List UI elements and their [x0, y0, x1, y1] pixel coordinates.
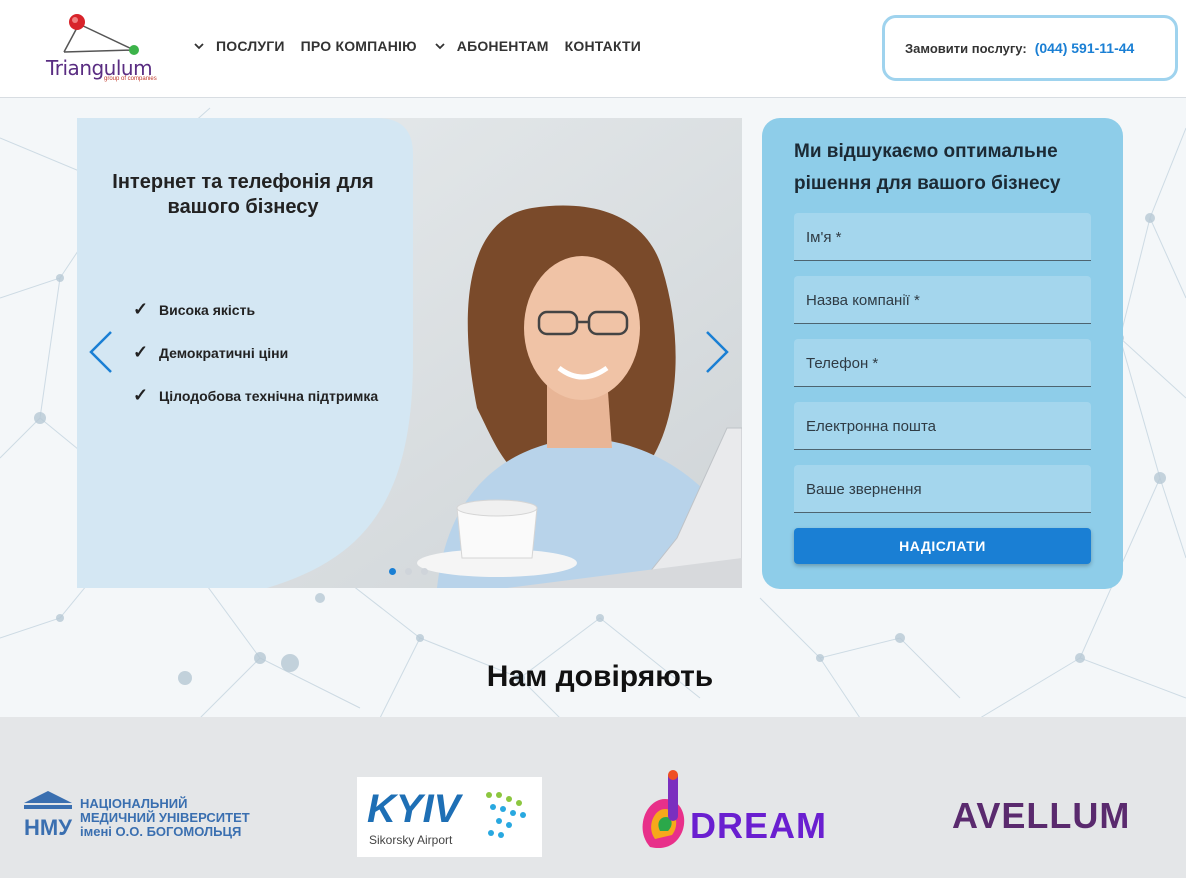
slider-pagination	[389, 568, 437, 575]
partner-logo-nmu: НМУ НАЦІОНАЛЬНИЙ МЕДИЧНИЙ УНІВЕРСИТЕТ ім…	[22, 789, 282, 845]
company-logo[interactable]: Triangulum group of companies	[44, 12, 164, 84]
feature-item: ✓ Демократичні ціни	[133, 331, 378, 374]
partners-strip: НМУ НАЦІОНАЛЬНИЙ МЕДИЧНИЙ УНІВЕРСИТЕТ ім…	[0, 717, 1186, 878]
slider-dot[interactable]	[389, 568, 396, 575]
nav-item-label: ПОСЛУГИ	[216, 38, 285, 54]
order-service-label: Замовити послугу:	[905, 40, 1027, 56]
email-field[interactable]: Електронна пошта	[794, 402, 1091, 450]
chevron-down-icon	[435, 43, 445, 50]
nav-item-contacts[interactable]: КОНТАКТИ	[565, 38, 641, 54]
feature-item: ✓ Висока якість	[133, 288, 378, 331]
main-navigation: ПОСЛУГИ ПРО КОМПАНІЮ АБОНЕНТАМ КОНТАКТИ	[192, 38, 657, 54]
slider-dot[interactable]	[405, 568, 412, 575]
feature-label: Висока якість	[159, 301, 256, 318]
slider-prev-arrow-icon[interactable]	[87, 330, 115, 374]
partner-logo-dream: DREAM	[640, 769, 865, 853]
feature-list: ✓ Висока якість ✓ Демократичні ціни ✓ Ці…	[133, 288, 378, 417]
university-building-icon: НМУ	[24, 791, 72, 840]
phone-link[interactable]: (044) 591-11-44	[1035, 40, 1135, 56]
order-service-box: Замовити послугу: (044) 591-11-44	[882, 15, 1178, 81]
trust-section-title: Нам довіряють	[486, 660, 714, 693]
submit-button[interactable]: НАДІСЛАТИ	[794, 528, 1091, 564]
check-icon: ✓	[133, 342, 149, 362]
partner-name: DREAM	[690, 805, 827, 846]
partner-logo-avellum: AVELLUM	[952, 795, 1131, 836]
nav-item-about[interactable]: ПРО КОМПАНІЮ	[301, 38, 417, 54]
partner-name: KYIV	[367, 787, 461, 831]
nav-item-label: ПРО КОМПАНІЮ	[300, 38, 417, 54]
feature-item: ✓ Цілодобова технічна підтримка	[133, 374, 378, 417]
rainbow-d-icon	[642, 770, 685, 849]
form-title: Ми відшукаємо оптимальне рішення для ваш…	[794, 141, 1061, 194]
nav-item-label: АБОНЕНТАМ	[456, 38, 549, 54]
check-icon: ✓	[133, 385, 149, 405]
partner-subtitle: Sikorsky Airport	[369, 833, 453, 847]
partner-logo-kyiv-airport: KYIV Sikorsky Airport	[357, 777, 542, 857]
slider-next-arrow-icon[interactable]	[703, 330, 731, 374]
partner-line: імені О.О. БОГОМОЛЬЦЯ	[80, 824, 242, 839]
request-form: Ми відшукаємо оптимальне рішення для ваш…	[762, 118, 1123, 589]
partner-line: НАЦІОНАЛЬНИЙ	[80, 796, 188, 811]
slider-dot[interactable]	[421, 568, 428, 575]
partner-line: МЕДИЧНИЙ УНІВЕРСИТЕТ	[80, 810, 250, 825]
nav-item-services[interactable]: ПОСЛУГИ	[192, 38, 285, 54]
check-icon: ✓	[133, 299, 149, 319]
feature-label: Цілодобова технічна підтримка	[159, 387, 379, 404]
nav-item-label: КОНТАКТИ	[564, 38, 642, 54]
hero-slider: Інтернет та телефонія для вашого бізнесу…	[77, 118, 742, 588]
feature-label: Демократичні ціни	[159, 344, 289, 361]
logo-triangle-icon	[63, 14, 139, 55]
message-field[interactable]: Ваше звернення	[794, 465, 1091, 513]
name-field[interactable]: Ім'я *	[794, 213, 1091, 261]
company-name-field[interactable]: Назва компанії *	[794, 276, 1091, 324]
slide-title: Інтернет та телефонія для вашого бізнесу	[112, 171, 374, 218]
phone-field[interactable]: Телефон *	[794, 339, 1091, 387]
dots-pattern-icon	[486, 792, 526, 838]
site-header: Triangulum group of companies ПОСЛУГИ ПР…	[0, 0, 1186, 98]
chevron-down-icon	[194, 43, 204, 50]
logo-subtitle: group of companies	[104, 76, 157, 82]
nav-item-subscribers[interactable]: АБОНЕНТАМ	[433, 38, 549, 54]
svg-text:НМУ: НМУ	[24, 815, 72, 840]
